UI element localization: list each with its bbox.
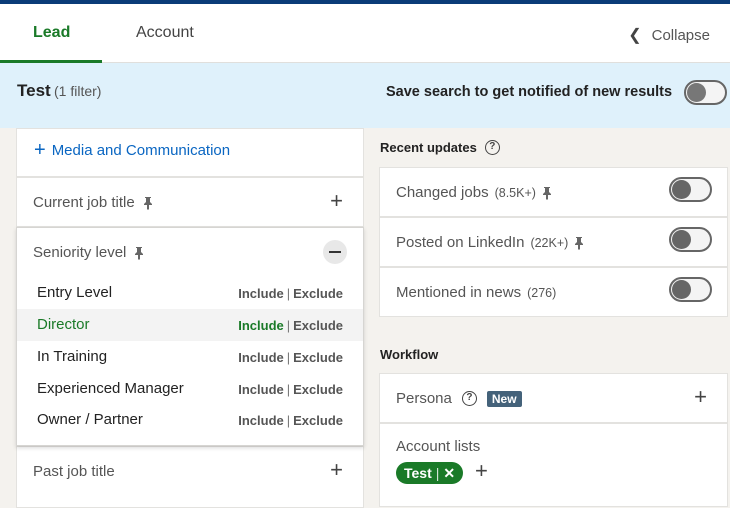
include-button[interactable]: Include: [238, 350, 284, 365]
changed-jobs-label: Changed jobs: [396, 184, 489, 201]
search-name: Test: [17, 81, 51, 100]
changed-jobs-filter: Changed jobs (8.5K+): [379, 167, 728, 217]
account-list-tag-label: Test: [404, 465, 432, 481]
pin-icon[interactable]: [143, 196, 153, 210]
pin-icon[interactable]: [134, 246, 144, 260]
seniority-option[interactable]: In Training Include | Exclude: [17, 341, 363, 373]
include-button[interactable]: Include: [238, 318, 284, 333]
posted-on-linkedin-toggle[interactable]: [669, 227, 712, 252]
separator: |: [286, 382, 291, 397]
posted-on-linkedin-label: Posted on LinkedIn: [396, 234, 525, 251]
help-icon[interactable]: ?: [461, 391, 477, 406]
persona-row: Persona ? New: [396, 390, 522, 407]
current-job-title-label: Current job title: [33, 194, 135, 211]
changed-jobs-row: Changed jobs (8.5K+): [396, 184, 552, 201]
chevron-left-icon: ❮: [628, 27, 642, 44]
pin-icon[interactable]: [542, 186, 552, 200]
tab-bar: Lead Account ❮ Collapse: [0, 4, 730, 63]
media-filter-card: + Media and Communication: [16, 128, 364, 177]
exclude-button[interactable]: Exclude: [293, 286, 343, 301]
media-label: Media and Communication: [51, 141, 231, 159]
current-job-title-row: Current job title: [33, 194, 153, 211]
filter-count: (1 filter): [54, 83, 102, 99]
toggle-knob: [672, 280, 691, 299]
mentioned-in-news-filter: Mentioned in news (276): [379, 267, 728, 317]
collapse-label: Collapse: [651, 26, 710, 44]
toggle-knob: [672, 180, 691, 199]
past-job-title-label: Past job title: [33, 463, 115, 480]
separator: |: [286, 318, 291, 333]
add-persona-button[interactable]: +: [694, 386, 707, 408]
tab-account[interactable]: Account: [136, 24, 194, 42]
past-job-title-row: Past job title: [33, 463, 115, 480]
past-job-title-filter[interactable]: Past job title +: [16, 446, 364, 508]
account-lists-label: Account lists: [396, 438, 481, 455]
mentioned-in-news-row: Mentioned in news (276): [396, 284, 556, 301]
exclude-button[interactable]: Exclude: [293, 382, 343, 397]
mentioned-in-news-count: (276): [527, 285, 557, 300]
include-exclude-actions: Include | Exclude: [238, 286, 343, 301]
posted-on-linkedin-count: (22K+): [530, 235, 569, 250]
persona-filter[interactable]: Persona ? New +: [379, 373, 728, 423]
include-exclude-actions: Include | Exclude: [238, 413, 343, 428]
seniority-option-name: Experienced Manager: [37, 380, 184, 397]
seniority-option[interactable]: Entry Level Include | Exclude: [17, 277, 363, 309]
separator: |: [286, 350, 291, 365]
save-search-toggle[interactable]: [684, 80, 727, 105]
seniority-level-label: Seniority level: [33, 244, 127, 261]
seniority-option[interactable]: Director Include | Exclude: [17, 309, 363, 341]
seniority-option-name: Entry Level: [37, 284, 113, 301]
include-button[interactable]: Include: [238, 413, 284, 428]
include-exclude-actions: Include | Exclude: [238, 318, 343, 333]
mentioned-in-news-label: Mentioned in news: [396, 284, 522, 301]
close-icon[interactable]: ✕: [443, 465, 455, 482]
toggle-knob: [687, 83, 706, 102]
recent-updates-heading: Recent updates ?: [380, 140, 500, 155]
exclude-button[interactable]: Exclude: [293, 318, 343, 333]
current-job-title-filter[interactable]: Current job title +: [16, 177, 364, 227]
add-account-list-button[interactable]: +: [475, 460, 488, 482]
include-button[interactable]: Include: [238, 286, 284, 301]
separator: |: [286, 286, 291, 301]
separator: |: [435, 465, 440, 481]
add-past-job-title-button[interactable]: +: [330, 459, 343, 481]
account-lists-filter: Account lists Test | ✕ +: [379, 423, 728, 507]
workflow-heading: Workflow: [380, 347, 438, 362]
tab-lead[interactable]: Lead: [33, 24, 70, 42]
media-and-communication-link[interactable]: + Media and Communication: [34, 140, 230, 160]
include-exclude-actions: Include | Exclude: [238, 382, 343, 397]
seniority-option[interactable]: Owner / Partner Include | Exclude: [17, 404, 363, 436]
seniority-level-filter: Seniority level Entry Level Include | Excl…: [16, 227, 364, 446]
exclude-button[interactable]: Exclude: [293, 413, 343, 428]
include-button[interactable]: Include: [238, 382, 284, 397]
pin-icon[interactable]: [574, 236, 584, 250]
toggle-knob: [672, 230, 691, 249]
exclude-button[interactable]: Exclude: [293, 350, 343, 365]
save-search-label: Save search to get notified of new resul…: [386, 84, 673, 100]
account-list-tag[interactable]: Test | ✕: [396, 462, 464, 484]
plus-icon: +: [34, 139, 46, 161]
workflow-title: Workflow: [380, 347, 439, 362]
seniority-option-name: In Training: [37, 348, 108, 365]
mentioned-in-news-toggle[interactable]: [669, 277, 712, 302]
recent-updates-title: Recent updates: [380, 140, 477, 155]
saved-search-banner: Test (1 filter) Save search to get notif…: [0, 63, 730, 128]
help-icon[interactable]: ?: [484, 140, 500, 155]
separator: |: [286, 413, 291, 428]
new-badge: New: [486, 390, 522, 407]
changed-jobs-count: (8.5K+): [494, 185, 536, 200]
changed-jobs-toggle[interactable]: [669, 177, 712, 202]
seniority-option-name: Director: [37, 316, 90, 333]
add-current-job-title-button[interactable]: +: [330, 190, 343, 212]
posted-on-linkedin-row: Posted on LinkedIn (22K+): [396, 234, 584, 251]
seniority-option[interactable]: Experienced Manager Include | Exclude: [17, 373, 363, 405]
persona-label: Persona: [396, 390, 452, 407]
seniority-option-name: Owner / Partner: [37, 411, 143, 428]
collapse-seniority-button[interactable]: [323, 240, 347, 264]
collapse-button[interactable]: ❮ Collapse: [628, 25, 710, 45]
include-exclude-actions: Include | Exclude: [238, 350, 343, 365]
seniority-level-row: Seniority level: [33, 244, 144, 261]
posted-on-linkedin-filter: Posted on LinkedIn (22K+): [379, 217, 728, 267]
